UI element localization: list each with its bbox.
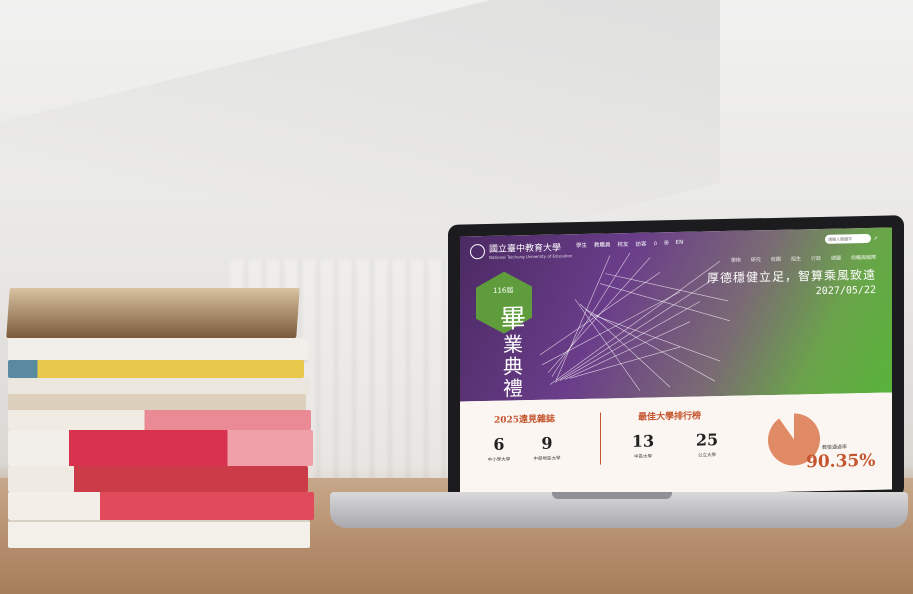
subnav-item[interactable]: 校園 [771,256,781,263]
title-char: 典 [503,354,523,379]
ranking-title: 最佳大學排行榜 [638,411,702,423]
link-staff[interactable]: 教職員 [594,240,611,248]
rate-label: 教檢通過率 [822,444,848,451]
stat-caption: 中部地區大學 [533,456,561,462]
laptop-screen: 國立臺中教育大學 National Taichung University of… [448,215,904,507]
book [8,492,314,520]
stat-caption: 公立大學 [698,453,716,459]
stat-value: 25 [695,430,719,450]
book [8,466,308,492]
book [6,288,300,338]
website-display: 國立臺中教育大學 National Taichung University of… [460,227,892,499]
link-english[interactable]: EN [676,240,684,246]
stat-value: 13 [631,431,655,451]
book [8,360,304,378]
book [8,430,313,466]
home-icon[interactable]: ⌂ [654,240,658,246]
subnav-item[interactable]: 總圖 [831,255,841,262]
graduation-title[interactable]: 畢 業 典 禮 [498,304,528,401]
stat-caption: 中小學大學 [487,457,511,463]
book [8,378,310,394]
link-alumni[interactable]: 校友 [618,240,629,248]
subnav-item[interactable]: 招生 [791,255,801,262]
stats-section: 2025遠見雜誌 6 中小學大學 9 中部地區大學 最佳大學排行榜 13 中區大… [460,392,892,499]
stat-caption: 中區大學 [634,454,652,460]
stat-value: 9 [541,433,553,453]
subnav-item[interactable]: 學術 [731,257,741,264]
subnav-item[interactable]: 前瞻與國際 [851,254,876,262]
badge-label: 116屆 [493,286,514,295]
stat-value: 6 [493,434,505,454]
hero-banner: 國立臺中教育大學 National Taichung University of… [460,227,892,402]
subnav-item[interactable]: 研究 [751,256,761,263]
sitemap-icon[interactable]: ⊞ [664,240,669,246]
book [8,410,311,430]
hero-date: 2027/05/22 [815,284,876,298]
photo-scene: 國立臺中教育大學 National Taichung University of… [0,0,913,594]
hero-slogan: 厚德穩健立足，智算乘風致遠 [706,267,876,286]
search-icon[interactable]: ⌕ [874,234,878,243]
magazine-title: 2025遠見雜誌 [494,414,556,426]
rate-value: 90.35% [806,450,876,473]
title-char: 畢 [499,304,526,335]
search-input[interactable] [825,233,872,244]
title-char: 禮 [503,376,523,401]
top-links: 學生 教職員 校友 訪客 ⌂ ⊞ EN [576,239,683,249]
link-visitors[interactable]: 訪客 [636,240,647,248]
divider [600,412,601,465]
title-char: 業 [503,332,523,357]
laptop-lip [552,492,672,499]
link-students[interactable]: 學生 [576,241,587,249]
laptop-base [330,492,908,528]
seal-icon [470,243,485,259]
logo-subtext: National Taichung University of Educatio… [489,253,573,260]
university-logo[interactable]: 國立臺中教育大學 National Taichung University of… [470,240,572,260]
book [8,394,306,410]
book [8,520,310,548]
search-box: ⌕ [825,234,878,244]
subnav-item[interactable]: 行政 [811,255,821,262]
rays-graphic [539,252,730,391]
